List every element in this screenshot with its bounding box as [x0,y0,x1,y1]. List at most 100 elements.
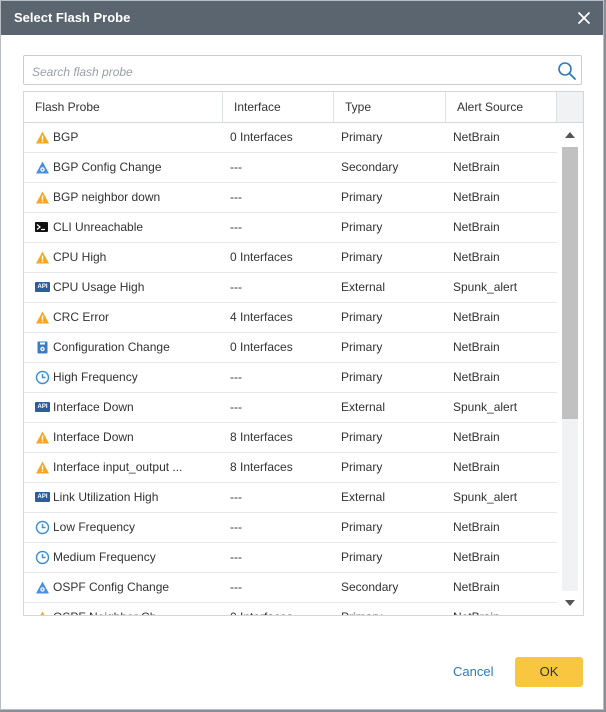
flash-probe-name: Interface input_output ... [53,460,183,474]
flash-probe-name-cell: CPU High [35,243,223,272]
alert-source-cell: NetBrain [453,370,500,384]
clock-icon [35,550,50,565]
column-header-interface[interactable]: Interface [223,92,334,122]
flash-probe-name-cell: Interface Down [35,423,223,452]
table-row[interactable]: CRC Error 4 Interfaces Primary NetBrain [24,303,557,333]
flash-probe-name-cell: Medium Frequency [35,543,223,572]
interface-cell: 8 Interfaces [230,460,293,474]
type-cell: Primary [341,370,383,384]
interface-cell: --- [230,490,242,504]
type-cell: Primary [341,220,383,234]
flash-probe-name-cell: BGP [35,123,223,152]
type-cell: Secondary [341,160,399,174]
ok-button[interactable]: OK [515,657,583,687]
close-icon[interactable] [575,9,593,27]
table-row[interactable]: High Frequency --- Primary NetBrain [24,363,557,393]
flash-probe-name: Interface Down [53,430,134,444]
scrollbar-track[interactable] [562,147,578,591]
interface-cell: 0 Interfaces [230,340,293,354]
alert-source-cell: NetBrain [453,520,500,534]
type-cell: Primary [341,430,383,444]
type-cell: Primary [341,130,383,144]
interface-cell: --- [230,520,242,534]
table-header-corner [557,92,583,123]
flash-probe-name: OSPF Neighbor Ch... [53,610,166,615]
search-icon[interactable] [556,60,578,82]
table-row[interactable]: Medium Frequency --- Primary NetBrain [24,543,557,573]
flash-probe-name: CLI Unreachable [53,220,144,234]
table-row[interactable]: BGP neighbor down --- Primary NetBrain [24,183,557,213]
warning-icon [36,131,49,144]
alert-source-cell: NetBrain [453,220,500,234]
terminal-icon [35,222,48,232]
flash-probe-name: BGP neighbor down [53,190,161,204]
interface-cell: 0 Interfaces [230,603,334,615]
table-row[interactable]: API Link Utilization High --- External Spunk… [24,483,557,513]
flash-probe-name-cell: Low Frequency [35,513,223,542]
cancel-button[interactable]: Cancel [453,663,493,681]
type-cell: Primary [341,603,446,615]
table-header: Flash Probe Interface Type Alert Source [24,92,557,123]
table-row[interactable]: Interface Down 8 Interfaces Primary NetBrai… [24,423,557,453]
api-icon: API [35,282,50,292]
alert-source-cell: Spunk_alert [453,400,518,414]
interface-cell: --- [230,550,242,564]
search-box [23,55,582,85]
table-row[interactable]: BGP Config Change --- Secondary NetBrain [24,153,557,183]
config-change-icon [36,581,49,594]
table-row[interactable]: API CPU Usage High --- External Spunk_alert [24,273,557,303]
search-input[interactable] [30,62,554,82]
flash-probe-name: CPU Usage High [53,280,145,294]
alert-source-cell: NetBrain [453,580,500,594]
flash-probe-name-cell: Interface input_output ... [35,453,223,482]
type-cell: Primary [341,190,383,204]
scrollbar-thumb[interactable] [562,147,578,419]
scroll-up-arrow-icon[interactable] [563,129,577,141]
flash-probe-name-cell: API CPU Usage High [35,273,223,302]
table-row[interactable]: Interface input_output ... 8 Interfaces Pr… [24,453,557,483]
table-row[interactable]: OSPF Config Change --- Secondary NetBrain [24,573,557,603]
table-row[interactable]: CPU High 0 Interfaces Primary NetBrain [24,243,557,273]
interface-cell: --- [230,580,242,594]
table-row[interactable]: Low Frequency --- Primary NetBrain [24,513,557,543]
table-row[interactable]: OSPF Neighbor Ch... 0 Interfaces Primary Ne… [24,603,557,615]
column-header-alert-source[interactable]: Alert Source [446,92,557,122]
table-row[interactable]: BGP 0 Interfaces Primary NetBrain [24,123,557,153]
flash-probe-name: Link Utilization High [53,490,159,504]
alert-source-cell: NetBrain [453,430,500,444]
flash-probe-name-cell: Configuration Change [35,333,223,362]
interface-cell: --- [230,220,242,234]
flash-probe-name-cell: OSPF Neighbor Ch... [35,603,223,615]
flash-probe-name: Configuration Change [53,340,170,354]
api-icon: API [35,402,50,412]
alert-source-cell: NetBrain [453,160,500,174]
dialog-title: Select Flash Probe [14,10,131,25]
scroll-down-arrow-icon[interactable] [563,597,577,609]
table-row[interactable]: Configuration Change 0 Interfaces Primary N… [24,333,557,363]
warning-icon [36,431,49,444]
flash-probe-name-cell: BGP Config Change [35,153,223,182]
alert-source-cell: Spunk_alert [453,490,518,504]
alert-source-cell: NetBrain [453,130,500,144]
flash-probe-name-cell: BGP neighbor down [35,183,223,212]
clock-icon [35,370,50,385]
dialog-title-bar: Select Flash Probe [1,1,603,35]
table-row[interactable]: CLI Unreachable --- Primary NetBrain [24,213,557,243]
column-header-type[interactable]: Type [334,92,446,122]
interface-cell: 8 Interfaces [230,430,293,444]
flash-probe-name-cell: API Interface Down [35,393,223,422]
flash-probe-table: Flash Probe Interface Type Alert Source … [23,91,584,616]
alert-source-cell: NetBrain [453,310,500,324]
flash-probe-name: Interface Down [53,400,134,414]
vertical-scrollbar[interactable] [557,123,583,615]
table-row[interactable]: API Interface Down --- External Spunk_alert [24,393,557,423]
interface-cell: --- [230,280,242,294]
interface-cell: --- [230,400,242,414]
column-header-flash-probe[interactable]: Flash Probe [24,92,223,122]
flash-probe-name: BGP Config Change [53,160,162,174]
type-cell: External [341,490,386,504]
warning-icon [36,461,49,474]
interface-cell: 4 Interfaces [230,310,293,324]
alert-source-cell: NetBrain [453,250,500,264]
flash-probe-name-cell: High Frequency [35,363,223,392]
